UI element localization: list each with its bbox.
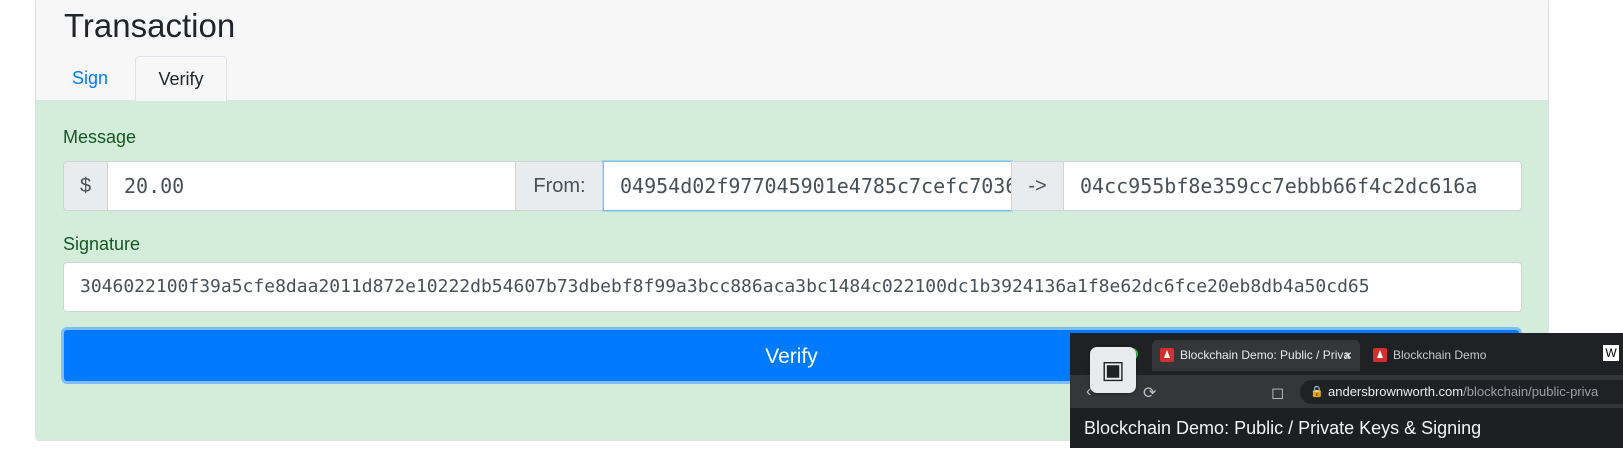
inactive-tab-title: Blockchain Demo — [1393, 348, 1487, 362]
close-icon[interactable]: × — [1344, 340, 1352, 371]
browser-toolbar: ‹ ⟳ ◻ 🔒 andersbrownworth.com/blockchain/… — [1070, 375, 1623, 408]
browser-tab-active[interactable]: Blockchain Demo: Public / Priva × — [1152, 340, 1360, 371]
signature-label: Signature — [63, 234, 141, 254]
url-host: andersbrownworth.com — [1328, 384, 1464, 399]
bookmark-icon[interactable]: ◻ — [1271, 383, 1284, 403]
arrow-addon: -> — [1011, 161, 1064, 211]
favicon-icon — [1373, 348, 1387, 362]
active-tab-title: Blockchain Demo: Public / Priva — [1180, 348, 1351, 362]
from-addon: From: — [515, 161, 604, 211]
page-title-bar: Blockchain Demo: Public / Private Keys &… — [1070, 408, 1623, 448]
url-path: /blockchain/public-priva — [1463, 384, 1599, 399]
tab-verify[interactable]: Verify — [135, 56, 227, 102]
tab-sign[interactable]: Sign — [72, 56, 108, 102]
amount-input[interactable]: 20.00 — [107, 161, 516, 211]
message-input-group: $ 20.00 From: 04954d02f977045901e4785c7c… — [63, 161, 1522, 211]
browser-tab-inactive[interactable]: Blockchain Demo — [1365, 340, 1555, 371]
currency-addon: $ — [63, 161, 108, 211]
url-bar[interactable]: 🔒 andersbrownworth.com/blockchain/public… — [1300, 380, 1623, 404]
to-key-input[interactable]: 04cc955bf8e359cc7ebbb66f4c2dc616a — [1063, 161, 1522, 211]
card-title: Transaction — [64, 7, 236, 44]
screen-capture-icon[interactable]: ▣ — [1090, 347, 1136, 393]
from-key-input[interactable]: 04954d02f977045901e4785c7cefc7036 — [603, 161, 1012, 211]
card-header: Transaction Sign Verify — [36, 0, 1548, 102]
browser-overlay: Blockchain Demo: Public / Priva × Blockc… — [1070, 333, 1623, 448]
reload-icon[interactable]: ⟳ — [1143, 383, 1156, 403]
page-title: Blockchain Demo: Public / Private Keys &… — [1084, 418, 1482, 438]
favicon-icon — [1160, 348, 1174, 362]
message-label: Message — [63, 127, 137, 147]
browser-tab-bar: Blockchain Demo: Public / Priva × Blockc… — [1070, 333, 1623, 375]
signature-input[interactable]: 3046022100f39a5cfe8daa2011d872e10222db54… — [63, 262, 1522, 312]
wikipedia-icon[interactable]: W — [1603, 345, 1619, 361]
lock-icon: 🔒 — [1310, 386, 1324, 398]
